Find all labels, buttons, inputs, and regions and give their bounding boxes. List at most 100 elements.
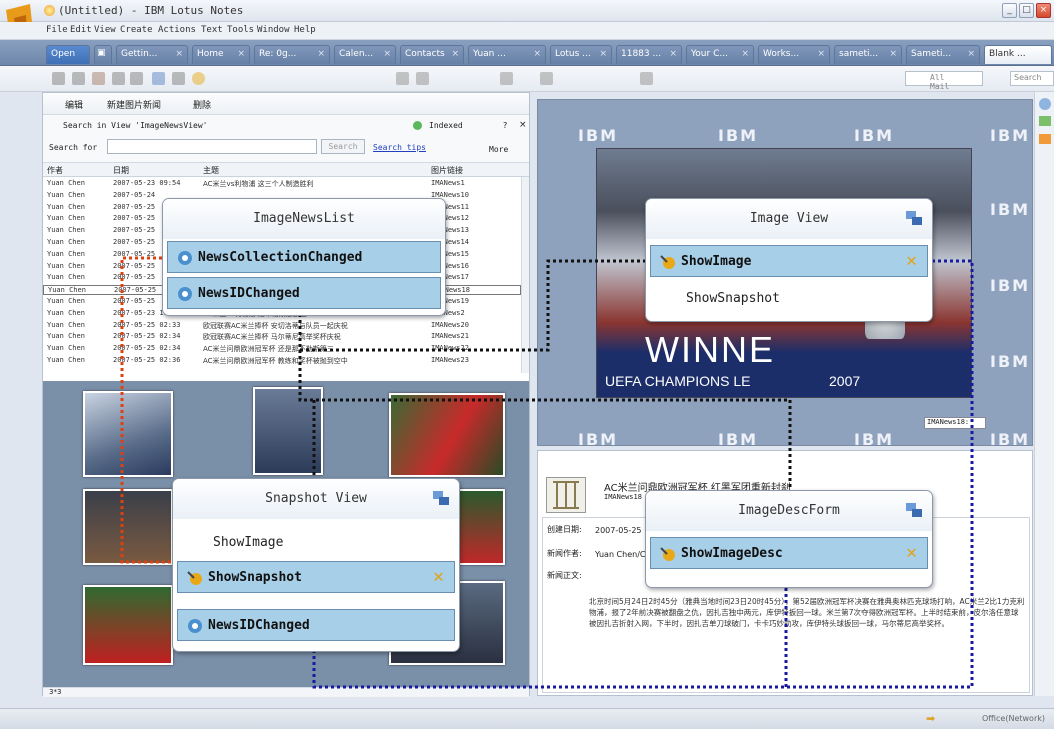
align-icon[interactable] xyxy=(500,72,513,85)
menu-text[interactable]: Text xyxy=(201,25,223,35)
save-icon[interactable] xyxy=(152,72,165,85)
component-snapshot-view[interactable]: Snapshot View ShowImage ShowSnapshot ✕ N… xyxy=(172,478,460,652)
close-tab-icon[interactable]: × xyxy=(741,49,749,59)
search-box[interactable]: Search xyxy=(1010,71,1054,86)
mail-filter-field[interactable]: All Mail xyxy=(905,71,983,91)
menu-actions[interactable]: Actions xyxy=(158,25,196,35)
close-tab-icon[interactable]: × xyxy=(175,49,183,59)
tab-workspace[interactable]: ▣ xyxy=(94,45,112,64)
tab-lotus[interactable]: Lotus ... × xyxy=(550,45,612,64)
table-scrollbar[interactable] xyxy=(521,177,529,373)
column-date[interactable]: 日期 xyxy=(113,165,129,176)
network-status[interactable]: Office(Network) xyxy=(982,714,1045,723)
tab-works[interactable]: Works... × xyxy=(758,45,830,64)
edit-action-button[interactable]: 编辑 xyxy=(65,98,83,111)
restore-button[interactable]: □ xyxy=(1019,3,1034,18)
component-image-view[interactable]: Image View ShowImage ✕ ShowSnapshot xyxy=(645,198,933,322)
snapshot-image[interactable] xyxy=(83,391,173,477)
table-row[interactable]: Yuan Chen 2007-05-25 02:34 欧冠联赛AC米兰捧杯 马尔蒂尼… xyxy=(43,332,521,342)
wrench-icon[interactable]: ✕ xyxy=(906,544,917,562)
table-row[interactable]: Yuan Chen 2007-05-25 02:33 欧冠联赛AC米兰捧杯 安切洛蒂… xyxy=(43,321,521,331)
tab-blank[interactable]: Blank ... xyxy=(984,45,1052,64)
event-news-id-changed[interactable]: NewsIDChanged xyxy=(177,609,455,641)
column-image-link[interactable]: 图片链接 xyxy=(431,165,463,176)
table-row[interactable]: Yuan Chen 2007-05-23 09:54 AC米兰vs利物浦 这三个人制… xyxy=(43,179,521,189)
snapshot-image[interactable] xyxy=(83,489,173,565)
cut-icon[interactable] xyxy=(52,72,65,85)
menu-create[interactable]: Create xyxy=(120,25,153,35)
table-row[interactable]: Yuan Chen 2007-05-25 02:36 AC米兰问鼎欧洲冠军杯 教练和… xyxy=(43,356,521,366)
delete-action-button[interactable]: 删除 xyxy=(193,98,211,111)
tab-sameti-2[interactable]: Sameti... × xyxy=(906,45,980,64)
search-input[interactable] xyxy=(107,139,317,154)
close-tab-icon[interactable]: × xyxy=(967,49,975,59)
close-tab-icon[interactable]: × xyxy=(451,49,459,59)
close-tab-icon[interactable]: × xyxy=(599,49,607,59)
new-image-news-button[interactable]: 新建图片新闻 xyxy=(107,98,161,111)
close-tab-icon[interactable]: × xyxy=(317,49,325,59)
close-tab-icon[interactable]: × xyxy=(669,49,677,59)
attach-icon[interactable] xyxy=(640,72,653,85)
tab-open[interactable]: Open xyxy=(46,45,90,64)
print-icon[interactable] xyxy=(172,72,185,85)
list-icon[interactable] xyxy=(540,72,553,85)
close-tab-icon[interactable]: × xyxy=(533,49,541,59)
more-button[interactable]: More xyxy=(489,145,508,154)
minimize-button[interactable]: _ xyxy=(1002,3,1017,18)
help-icon[interactable]: ? xyxy=(503,121,507,130)
menu-tools[interactable]: Tools xyxy=(227,25,254,35)
search-tips-link[interactable]: Search tips xyxy=(373,143,426,152)
close-tab-icon[interactable]: × xyxy=(383,49,391,59)
action-show-image-desc[interactable]: ShowImageDesc ✕ xyxy=(650,537,928,569)
wrench-icon[interactable]: ✕ xyxy=(906,252,917,270)
component-image-news-list[interactable]: ImageNewsList NewsCollectionChanged News… xyxy=(162,198,446,316)
sametime-icon[interactable] xyxy=(1039,98,1051,110)
close-tab-icon[interactable]: × xyxy=(817,49,825,59)
close-tab-icon[interactable]: × xyxy=(237,49,245,59)
tab-sameti-1[interactable]: sameti... × xyxy=(834,45,902,64)
snapshot-image[interactable] xyxy=(389,393,505,477)
bold-icon[interactable] xyxy=(396,72,409,85)
feeds-icon[interactable] xyxy=(1039,134,1051,144)
menu-help[interactable]: Help xyxy=(294,25,316,35)
menu-view[interactable]: View xyxy=(94,25,116,35)
tab-your-c[interactable]: Your C... × xyxy=(686,45,754,64)
tab-calendar[interactable]: Calen... × xyxy=(334,45,396,64)
activities-icon[interactable] xyxy=(1039,116,1051,126)
tab-yuan[interactable]: Yuan ... × xyxy=(468,45,546,64)
action-show-snapshot[interactable]: ShowSnapshot xyxy=(650,283,928,315)
column-subject[interactable]: 主题 xyxy=(203,165,219,176)
tab-getting-started[interactable]: Gettin... × xyxy=(116,45,188,64)
close-tab-icon[interactable]: × xyxy=(889,49,897,59)
tab-11883[interactable]: 11883 ... × xyxy=(616,45,682,64)
search-button[interactable]: Search xyxy=(321,139,365,154)
paste-icon[interactable] xyxy=(92,72,105,85)
smile-icon[interactable] xyxy=(192,72,205,85)
italic-icon[interactable] xyxy=(416,72,429,85)
menu-edit[interactable]: Edit xyxy=(70,25,92,35)
menu-file[interactable]: File xyxy=(46,25,68,35)
copy-icon[interactable] xyxy=(72,72,85,85)
table-row[interactable]: Yuan Chen 2007-05-25 02:34 AC米兰问鼎欧洲冠军杯 还是那… xyxy=(43,344,521,354)
action-show-snapshot[interactable]: ShowSnapshot ✕ xyxy=(177,561,455,593)
news-body-text[interactable]: 北京时间5月24日2时45分（雅典当地时间23日20时45分），第52届欧洲冠军… xyxy=(589,596,1025,629)
author-value[interactable]: Yuan Chen/C xyxy=(595,550,645,559)
tab-re[interactable]: Re: 0g... × xyxy=(254,45,330,64)
undo-icon[interactable] xyxy=(112,72,125,85)
close-button[interactable]: × xyxy=(1036,3,1051,18)
created-value[interactable]: 2007-05-25 xyxy=(595,526,642,535)
close-search-icon[interactable]: × xyxy=(519,120,527,130)
wrench-icon[interactable]: ✕ xyxy=(433,568,444,586)
menu-window[interactable]: Window xyxy=(257,25,290,35)
action-show-image[interactable]: ShowImage xyxy=(177,527,455,559)
event-news-collection-changed[interactable]: NewsCollectionChanged xyxy=(167,241,441,273)
component-image-desc-form[interactable]: ImageDescForm ShowImageDesc ✕ xyxy=(645,490,933,588)
action-show-image[interactable]: ShowImage ✕ xyxy=(650,245,928,277)
snapshot-image[interactable] xyxy=(253,387,323,475)
snapshot-image[interactable] xyxy=(83,585,173,665)
tab-contacts[interactable]: Contacts × xyxy=(400,45,464,64)
event-news-id-changed[interactable]: NewsIDChanged xyxy=(167,277,441,309)
forward-icon[interactable] xyxy=(130,72,143,85)
tab-home[interactable]: Home × xyxy=(192,45,250,64)
column-author[interactable]: 作者 xyxy=(47,165,63,176)
